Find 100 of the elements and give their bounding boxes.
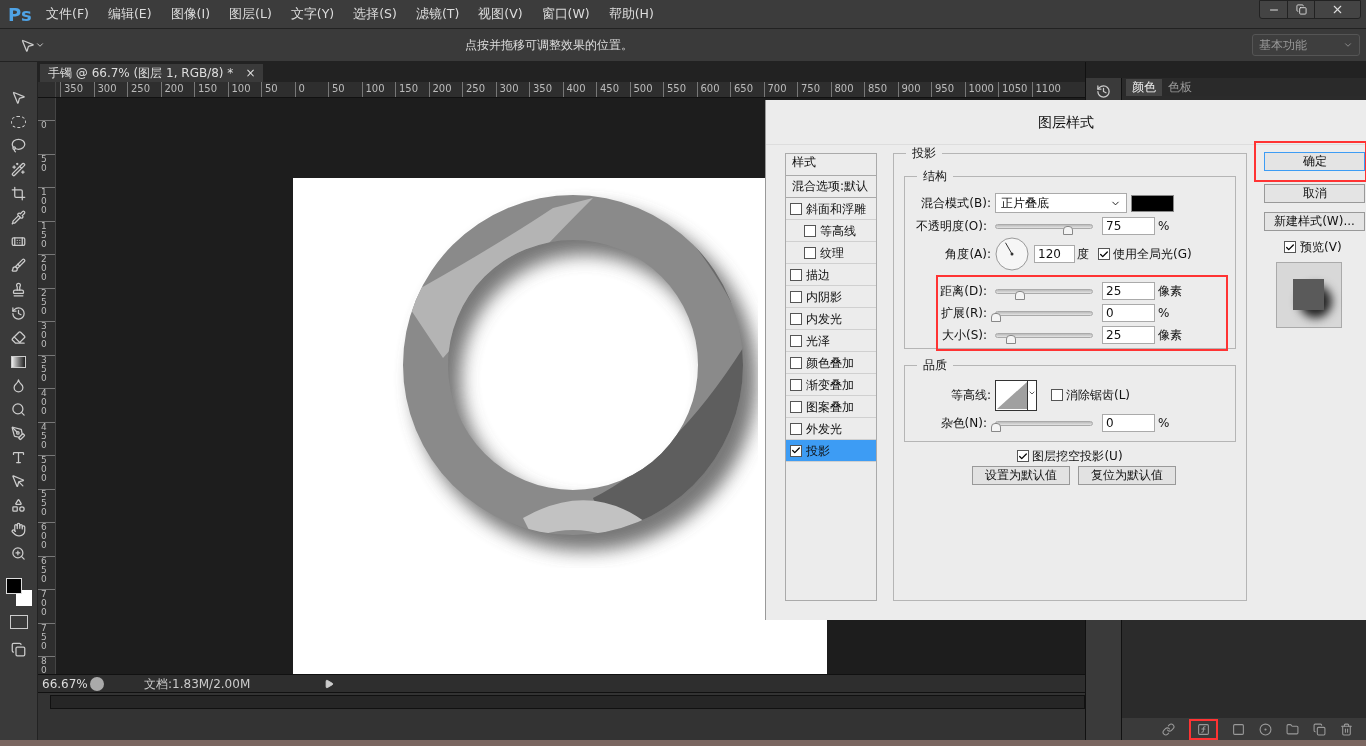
checkbox[interactable] [804, 246, 816, 259]
pen-tool-icon[interactable] [9, 424, 28, 443]
wand-tool-icon[interactable] [9, 160, 28, 179]
style-item[interactable]: 等高线 [786, 220, 876, 242]
style-preview [1276, 262, 1342, 328]
style-item[interactable]: 内发光 [786, 308, 876, 330]
menu-item[interactable]: 滤镜(T) [415, 4, 460, 24]
checkbox[interactable] [1051, 389, 1063, 401]
history-brush-icon[interactable] [9, 304, 28, 323]
checkbox[interactable] [790, 356, 802, 369]
status-menu-icon[interactable] [324, 678, 334, 689]
checkbox[interactable] [1098, 248, 1110, 260]
default-button[interactable]: 复位为默认值 [1078, 466, 1176, 485]
menu-item[interactable]: 文字(Y) [290, 4, 335, 24]
screen-mode-icon[interactable] [11, 642, 26, 657]
checkbox[interactable] [790, 422, 802, 435]
crop-tool-icon[interactable] [9, 184, 28, 203]
slider-thumb[interactable] [1015, 290, 1025, 300]
function-icon[interactable] [1197, 722, 1210, 736]
link-icon[interactable] [1162, 722, 1175, 736]
ruler-label: 750 [797, 82, 831, 97]
adjustment-icon[interactable] [1259, 722, 1272, 736]
value-field[interactable]: 25 [1102, 326, 1155, 344]
group-title: 投影 [906, 145, 942, 161]
checkbox[interactable] [790, 312, 802, 325]
menu-item[interactable]: 选择(S) [353, 4, 397, 24]
angle-dial[interactable] [995, 237, 1029, 271]
slider-thumb[interactable] [991, 422, 1001, 432]
ruler-label: 1050 [998, 82, 1032, 97]
contour-picker[interactable] [995, 379, 1037, 411]
style-item[interactable]: 描边 [786, 264, 876, 286]
value-field[interactable]: 75 [1102, 217, 1155, 235]
field-label: 角度(A): [944, 246, 992, 263]
panel-tab[interactable]: 色板 [1162, 79, 1198, 96]
hand-tool-icon[interactable] [9, 520, 28, 539]
zoom-level[interactable]: 66.67% [38, 674, 90, 693]
caret-icon [1343, 40, 1353, 50]
checkbox[interactable] [1017, 450, 1030, 462]
history-icon[interactable] [1096, 84, 1111, 99]
tab-close[interactable]: × [245, 64, 256, 82]
color-swatches-icon[interactable] [5, 578, 32, 606]
checkbox[interactable] [790, 290, 802, 303]
style-item[interactable]: 颜色叠加 [786, 352, 876, 374]
slider-thumb[interactable] [1006, 334, 1017, 344]
checkbox-label: 消除锯齿(L) [1066, 387, 1131, 404]
menu-item[interactable]: 图像(I) [170, 4, 211, 24]
value-field[interactable]: 25 [1102, 282, 1155, 300]
folder-icon[interactable] [1286, 722, 1299, 736]
menu-item[interactable]: 窗口(W) [541, 4, 590, 24]
eraser-tool-icon[interactable] [9, 328, 28, 347]
shape-tool-icon[interactable] [9, 496, 28, 515]
style-item[interactable]: 图案叠加 [786, 396, 876, 418]
ruler-label: 850 [864, 82, 898, 97]
style-item[interactable]: 渐变叠加 [786, 374, 876, 396]
style-item[interactable]: 纹理 [786, 242, 876, 264]
dialog-button[interactable]: 确定 [1264, 152, 1365, 171]
checkbox[interactable] [790, 444, 802, 457]
lasso-tool-icon[interactable] [9, 136, 28, 155]
shadow-color-swatch[interactable] [1131, 194, 1174, 212]
style-item[interactable]: 斜面和浮雕 [786, 198, 876, 220]
dialog-button[interactable]: 新建样式(W)... [1264, 212, 1365, 231]
slider-thumb[interactable] [991, 312, 1001, 322]
checkbox[interactable] [790, 268, 802, 281]
default-button[interactable]: 设置为默认值 [972, 466, 1070, 485]
menu-item[interactable]: 视图(V) [478, 4, 523, 24]
eyedropper-tool-icon[interactable] [9, 208, 28, 227]
document-info: 文档:1.83M/2.00M [144, 675, 252, 693]
move-tool-icon[interactable] [20, 37, 45, 53]
checkbox[interactable] [790, 202, 802, 215]
trash-icon[interactable] [1340, 722, 1353, 736]
menu-item[interactable]: 帮助(H) [608, 4, 654, 24]
style-item[interactable]: 内阴影 [786, 286, 876, 308]
dialog-title: 图层样式 [1038, 112, 1094, 132]
style-item[interactable]: 光泽 [786, 330, 876, 352]
checkbox[interactable] [804, 224, 816, 237]
status-icon[interactable] [90, 676, 104, 691]
value-field[interactable]: 0 [1102, 414, 1155, 432]
new-layer-icon[interactable] [1313, 722, 1326, 736]
checkbox[interactable] [790, 378, 802, 391]
value-field[interactable]: 0 [1102, 304, 1155, 322]
checkbox[interactable] [790, 400, 802, 413]
checkbox[interactable] [1284, 241, 1296, 253]
group-title: 结构 [917, 168, 953, 184]
panel-tab[interactable]: 颜色 [1126, 79, 1162, 96]
field-label: 混合模式(B): [920, 195, 992, 212]
style-item[interactable]: 混合选项:默认 [786, 176, 876, 198]
checkbox[interactable] [790, 334, 802, 347]
quick-mask-icon[interactable] [9, 615, 28, 629]
slider-thumb[interactable] [1063, 225, 1073, 235]
menu-item[interactable]: 编辑(E) [107, 4, 152, 24]
workspace-dropdown[interactable]: 基本功能 [1252, 34, 1360, 56]
document-tab[interactable]: 手镯 @ 66.7% (图层 1, RGB/8) * × [40, 64, 264, 82]
menu-item[interactable]: 文件(F) [46, 4, 89, 24]
style-item[interactable]: 投影 [786, 440, 876, 462]
dialog-button[interactable]: 取消 [1264, 184, 1365, 203]
brush-tool-icon[interactable] [9, 256, 28, 275]
value-field[interactable]: 120 [1034, 245, 1075, 263]
menu-item[interactable]: 图层(L) [229, 4, 272, 24]
zoom-tool-icon[interactable] [9, 544, 28, 563]
blend-mode-dropdown[interactable]: 正片叠底 [995, 193, 1127, 213]
